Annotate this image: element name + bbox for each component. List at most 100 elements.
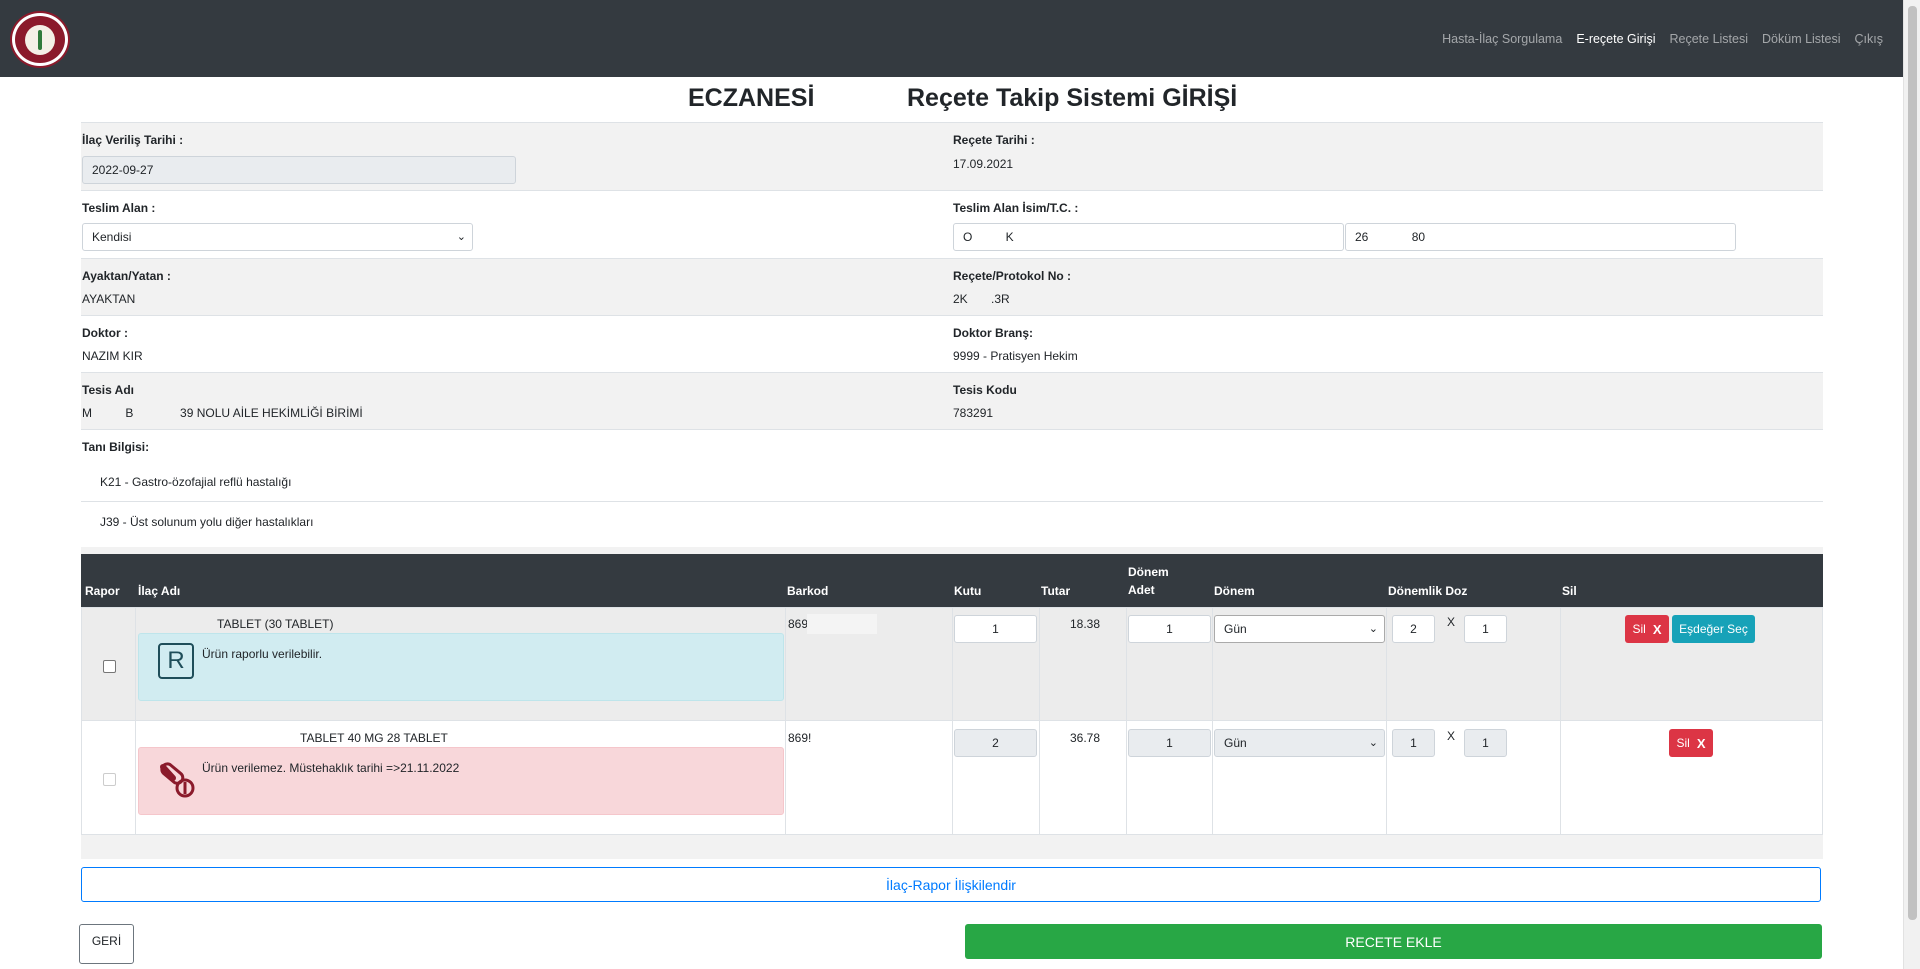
- ilac-rapor-iliskilendir-button[interactable]: İlaç-Rapor İlişkilendir: [81, 867, 1821, 902]
- donem-adet-input[interactable]: 1: [1128, 615, 1211, 643]
- tani-item: J39 - Üst solunum yolu diğer hastalıklar…: [81, 501, 1823, 547]
- rapor-checkbox[interactable]: [103, 773, 116, 786]
- sil-button[interactable]: Sil X: [1625, 615, 1669, 643]
- teslim-isim-label: Teslim Alan İsim/T.C. :: [953, 201, 1079, 215]
- tani-item: K21 - Gastro-özofajial reflü hastalığı: [81, 470, 1823, 501]
- recete-ekle-button[interactable]: RECETE EKLE: [965, 924, 1822, 959]
- doz-times: X: [1447, 615, 1456, 629]
- doz-value-1: 2: [1410, 622, 1417, 636]
- sil-button[interactable]: Sil X: [1669, 729, 1713, 757]
- header-donem-adet-2: Adet: [1128, 583, 1155, 597]
- recete-ekle-label: RECETE EKLE: [1345, 933, 1442, 950]
- row-doktor: Doktor : NAZIM KIR Doktor Branş: 9999 - …: [81, 315, 1823, 372]
- header-ilac-adi: İlaç Adı: [138, 584, 181, 598]
- page-scrollbar[interactable]: [1903, 0, 1920, 969]
- doz-value-2: 1: [1482, 736, 1489, 750]
- kutu-input[interactable]: 1: [954, 615, 1037, 643]
- pill-forbidden-icon: [160, 762, 195, 798]
- recete-tarihi-label: Reçete Tarihi :: [953, 133, 1035, 147]
- iliskilendir-label: İlaç-Rapor İlişkilendir: [886, 876, 1016, 893]
- teslim-tc-input[interactable]: 26 80: [1345, 223, 1736, 251]
- drug-table-header: Rapor İlaç Adı Barkod Kutu Tutar Dönem A…: [81, 554, 1823, 607]
- nav-links: Hasta-İlaç Sorgulama E-reçete Girişi Reç…: [1428, 0, 1883, 77]
- teslim-alan-select[interactable]: Kendisi ⌄: [82, 223, 473, 251]
- tesis-adi-value: M B 39 NOLU AİLE HEKİMLİĞİ BİRİMİ: [82, 406, 363, 420]
- row-tesis: Tesis Adı M B 39 NOLU AİLE HEKİMLİĞİ BİR…: [81, 372, 1823, 429]
- doz-value-1: 1: [1410, 736, 1417, 750]
- barkod-value: 869!: [788, 731, 812, 745]
- spacer: [81, 547, 1823, 554]
- doktor-label: Doktor :: [82, 326, 128, 340]
- close-icon: X: [1652, 621, 1662, 637]
- scrollbar-thumb[interactable]: [1908, 6, 1917, 920]
- ayaktan-value: AYAKTAN: [82, 292, 136, 306]
- tesis-kodu-label: Tesis Kodu: [953, 383, 1017, 397]
- rapor-checkbox[interactable]: [103, 660, 116, 673]
- barkod-redacted: [807, 614, 877, 634]
- doz-input-2[interactable]: 1: [1464, 729, 1507, 757]
- ilac-verilis-label: İlaç Veriliş Tarihi :: [82, 133, 184, 147]
- row-tani-label: Tanı Bilgisi:: [81, 429, 1823, 470]
- teslim-isim-value: O K: [963, 230, 1014, 244]
- donem-select[interactable]: Gün ⌄: [1214, 729, 1385, 757]
- nav-recete-listesi[interactable]: Reçete Listesi: [1670, 32, 1749, 46]
- donem-adet-input[interactable]: 1: [1128, 729, 1211, 757]
- table-footer-spacer: [81, 835, 1823, 859]
- drug-name: TABLET 40 MG 28 TABLET: [300, 731, 448, 745]
- teslim-isim-input[interactable]: O K: [953, 223, 1344, 251]
- doz-input-2[interactable]: 1: [1464, 615, 1507, 643]
- ilac-verilis-value: 2022-09-27: [92, 163, 154, 177]
- nav-dokum-listesi[interactable]: Döküm Listesi: [1762, 32, 1841, 46]
- chevron-down-icon: ⌄: [456, 231, 466, 243]
- drug-row: TABLET (30 TABLET) R Ürün raporlu verile…: [81, 607, 1823, 721]
- doz-times: X: [1447, 729, 1456, 743]
- tutar-value: 36.78: [1070, 731, 1101, 745]
- brans-value: 9999 - Pratisyen Hekim: [953, 349, 1078, 363]
- header-rapor: Rapor: [85, 584, 120, 598]
- report-r-icon: R: [158, 643, 194, 679]
- donem-value: Gün: [1224, 622, 1247, 636]
- doz-input-1[interactable]: 1: [1392, 729, 1435, 757]
- kutu-value: 2: [992, 736, 999, 750]
- row-ayaktan: Ayaktan/Yatan : AYAKTAN Reçete/Protokol …: [81, 258, 1823, 315]
- protokol-label: Reçete/Protokol No :: [953, 269, 1072, 283]
- header-donem-adet-1: Dönem: [1128, 565, 1169, 579]
- doz-input-1[interactable]: 2: [1392, 615, 1435, 643]
- geri-button[interactable]: GERİ: [79, 924, 134, 964]
- donem-adet-value: 1: [1166, 622, 1173, 636]
- doz-value-2: 1: [1482, 622, 1489, 636]
- chevron-down-icon: ⌄: [1368, 737, 1378, 749]
- donem-value: Gün: [1224, 736, 1247, 750]
- kutu-input[interactable]: 2: [954, 729, 1037, 757]
- close-icon: X: [1696, 735, 1706, 751]
- drug-name: TABLET (30 TABLET): [217, 617, 334, 631]
- header-donemlik-doz: Dönemlik Doz: [1388, 584, 1468, 598]
- protokol-value: 2K .3R: [953, 292, 1010, 306]
- barkod-value: 869: [788, 617, 809, 631]
- tani-item-text: J39 - Üst solunum yolu diğer hastalıklar…: [100, 515, 314, 529]
- geri-label: GERİ: [91, 934, 122, 948]
- row-teslim: Teslim Alan : Kendisi ⌄ Teslim Alan İsim/…: [81, 190, 1823, 258]
- donem-select[interactable]: Gün ⌄: [1214, 615, 1385, 643]
- donem-adet-value: 1: [1166, 736, 1173, 750]
- nav-hasta-ilac-sorgulama[interactable]: Hasta-İlaç Sorgulama: [1442, 32, 1562, 46]
- ilac-verilis-date-input[interactable]: 2022-09-27: [82, 156, 516, 184]
- doktor-value: NAZIM KIR: [82, 349, 143, 363]
- teslim-alan-value: Kendisi: [92, 230, 132, 244]
- tani-item-text: K21 - Gastro-özofajial reflü hastalığı: [100, 475, 292, 489]
- drug-alert-message: Ürün raporlu verilebilir.: [202, 647, 323, 661]
- ayaktan-label: Ayaktan/Yatan :: [82, 269, 171, 283]
- teslim-tc-value: 26 80: [1355, 230, 1426, 244]
- header-tutar: Tutar: [1041, 584, 1071, 598]
- nav-e-recete-girisi[interactable]: E-reçete Girişi: [1576, 32, 1655, 46]
- header-donem: Dönem: [1214, 584, 1255, 598]
- esdeger-label: Eşdeğer Seç: [1679, 622, 1748, 636]
- esdeger-sec-button[interactable]: Eşdeğer Seç: [1672, 615, 1755, 643]
- page-title: Reçete Takip Sistemi GİRİŞİ: [907, 84, 1238, 112]
- header-kutu: Kutu: [954, 584, 982, 598]
- brans-label: Doktor Branş:: [953, 326, 1034, 340]
- tani-label: Tanı Bilgisi:: [82, 440, 150, 454]
- nav-cikis[interactable]: Çıkış: [1855, 32, 1883, 46]
- tesis-kodu-value: 783291: [953, 406, 994, 420]
- pharmacy-logo[interactable]: [12, 13, 68, 66]
